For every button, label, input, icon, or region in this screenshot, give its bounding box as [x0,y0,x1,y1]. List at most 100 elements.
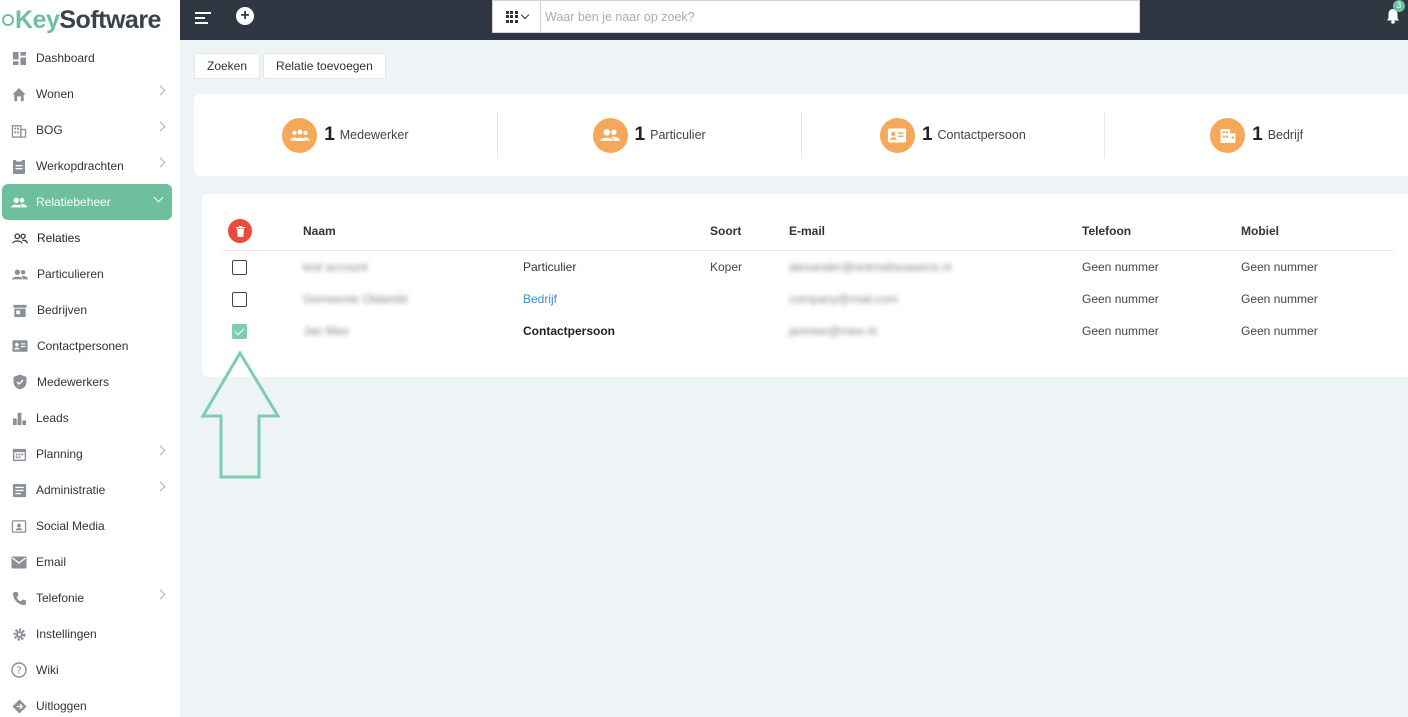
sidebar-item-social-media[interactable]: Social Media [0,508,180,544]
column-header-phone[interactable]: Telefoon [1082,224,1131,238]
menu-toggle-icon[interactable] [195,12,211,26]
row-email[interactable]: janmee@mee.nl [789,324,877,338]
topbar: + 3 [180,0,1408,40]
add-icon[interactable]: + [236,7,254,25]
sidebar-item-administratie[interactable]: Administratie [0,472,180,508]
people-icon [11,194,27,210]
row-name[interactable]: Gemeente Oldambt [303,292,408,306]
help-icon: ? [11,662,27,678]
stat-contactpersoon[interactable]: 1 Contactpersoon [802,112,1106,158]
contact-card-icon [879,117,915,153]
sidebar-item-email[interactable]: Email [0,544,180,580]
sidebar-item-telefonie[interactable]: Telefonie [0,580,180,616]
logo[interactable]: KeySoftware [0,0,180,40]
chevron-down-icon [153,192,164,203]
clipboard-icon [11,158,27,174]
row-email[interactable]: company@mail.com [789,292,898,306]
bar-chart-icon [11,410,27,426]
table-row[interactable]: Jan Mee Contactpersoon janmee@mee.nl Gee… [202,315,1408,347]
chevron-right-icon [155,445,166,456]
people-icon [12,266,28,282]
key-icon [2,14,14,26]
contact-card-icon [12,338,28,354]
social-media-icon [11,518,27,534]
trash-icon [235,225,245,237]
row-phone: Geen nummer [1082,292,1159,306]
column-header-email[interactable]: E-mail [789,224,825,238]
logo-text: KeySoftware [15,5,161,34]
row-name[interactable]: Jan Mee [303,324,349,338]
sidebar-item-bog[interactable]: BOG [0,112,180,148]
row-checkbox[interactable] [232,260,247,275]
relations-table: Naam Soort E-mail Telefoon Mobiel test a… [202,194,1408,377]
row-checkbox-checked[interactable] [232,324,247,339]
column-header-name[interactable]: Naam [303,224,336,238]
delete-button[interactable] [228,219,252,243]
stats-panel: 1 Medewerker 1 Particulier 1 Contactpers… [194,94,1408,176]
sidebar-item-contactpersonen[interactable]: Contactpersonen [0,328,180,364]
stat-particulier[interactable]: 1 Particulier [498,112,802,158]
table-row[interactable]: Gemeente Oldambt Bedrijf company@mail.co… [202,283,1408,315]
sidebar-item-leads[interactable]: Leads [0,400,180,436]
building-icon [1210,117,1246,153]
action-bar: Zoeken Relatie toevoegen [194,53,386,79]
chevron-right-icon [155,157,166,168]
add-relation-button[interactable]: Relatie toevoegen [263,53,386,79]
sidebar-item-uitloggen[interactable]: Uitloggen [0,688,180,717]
stat-medewerker[interactable]: 1 Medewerker [194,112,498,158]
mail-icon [11,554,27,570]
sidebar-item-dashboard[interactable]: Dashboard [0,40,180,76]
svg-text:?: ? [16,666,21,677]
calendar-icon [11,446,27,462]
people-icon [592,117,628,153]
chevron-right-icon [155,481,166,492]
team-icon [282,117,318,153]
people-outline-icon [12,230,28,246]
stat-bedrijf[interactable]: 1 Bedrijf [1105,112,1408,158]
row-phone: Geen nummer [1082,324,1159,338]
chevron-right-icon [155,121,166,132]
sidebar-item-relatiebeheer[interactable]: Relatiebeheer [2,184,172,220]
chevron-right-icon [155,589,166,600]
row-checkbox[interactable] [232,292,247,307]
row-phone: Geen nummer [1082,260,1159,274]
row-email[interactable]: alexander@ontmattsoasens.nl [789,260,951,274]
logout-icon [11,698,27,714]
notification-badge: 3 [1393,0,1405,12]
row-type: Contactpersoon [523,324,616,338]
building-icon [11,122,27,138]
row-type-link[interactable]: Bedrijf [523,292,557,306]
sidebar-item-particulieren[interactable]: Particulieren [0,256,180,292]
sidebar-item-relaties[interactable]: Relaties [0,220,180,256]
sidebar: KeySoftware Dashboard Wonen BOG Werkopdr… [0,0,180,717]
search-category-dropdown[interactable] [493,1,541,32]
row-name[interactable]: test account [303,260,368,274]
phone-icon [11,590,27,606]
sidebar-item-instellingen[interactable]: Instellingen [0,616,180,652]
dashboard-icon [11,50,27,66]
row-mobile: Geen nummer [1241,292,1318,306]
document-icon [11,482,27,498]
search-input[interactable] [541,1,1139,32]
chevron-right-icon [155,85,166,96]
annotation-arrow [200,350,281,479]
store-icon [12,302,28,318]
sidebar-item-planning[interactable]: Planning [0,436,180,472]
sidebar-item-bedrijven[interactable]: Bedrijven [0,292,180,328]
row-type: Particulier [523,260,577,274]
row-mobile: Geen nummer [1241,324,1318,338]
search-bar [492,0,1140,33]
sidebar-nav: Dashboard Wonen BOG Werkopdrachten Relat… [0,40,180,717]
search-button[interactable]: Zoeken [194,53,261,79]
home-icon [11,86,27,102]
row-mobile: Geen nummer [1241,260,1318,274]
sidebar-item-medewerkers[interactable]: Medewerkers [0,364,180,400]
column-header-mobile[interactable]: Mobiel [1241,224,1279,238]
column-header-kind[interactable]: Soort [710,224,741,238]
sidebar-item-wonen[interactable]: Wonen [0,76,180,112]
row-kind: Koper [710,260,743,274]
grid-icon [505,10,518,23]
table-row[interactable]: test account Particulier Koper alexander… [202,251,1408,283]
sidebar-item-wiki[interactable]: ? Wiki [0,652,180,688]
sidebar-item-werkopdrachten[interactable]: Werkopdrachten [0,148,180,184]
